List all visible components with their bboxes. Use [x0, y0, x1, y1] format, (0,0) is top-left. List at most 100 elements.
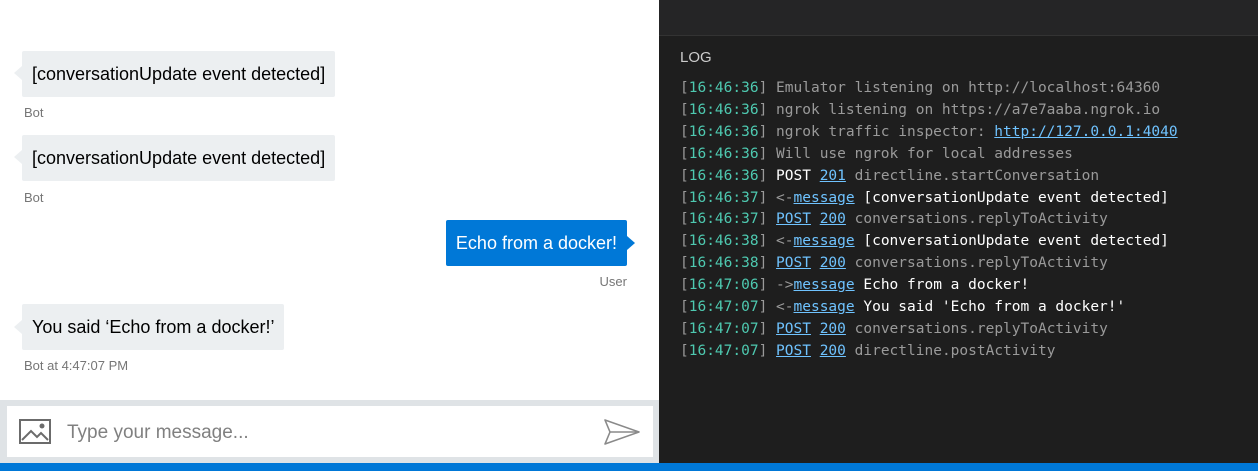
log-timestamp: 16:46:36 [688, 101, 759, 118]
bracket-open: [ [680, 189, 689, 206]
log-timestamp: 16:46:38 [688, 233, 759, 250]
bubble-tail [627, 236, 635, 250]
log-message-link[interactable]: message [794, 299, 855, 315]
log-url-link[interactable]: http://127.0.0.1:4040 [994, 124, 1177, 140]
log-timestamp: 16:46:38 [688, 255, 759, 272]
log-message-text: [conversationUpdate event detected] [863, 189, 1169, 206]
bracket-close: ] [758, 167, 777, 184]
bracket-close: ] [758, 255, 777, 272]
log-status-code-link[interactable]: 200 [820, 255, 846, 271]
log-method[interactable]: POST [776, 321, 811, 337]
bracket-open: [ [680, 277, 689, 294]
send-icon[interactable] [604, 418, 640, 446]
message-input[interactable] [65, 414, 589, 452]
log-line: [16:46:37] POST 200 conversations.replyT… [680, 211, 1108, 227]
log-timestamp: 16:47:07 [688, 299, 759, 315]
log-timestamp: 16:46:36 [688, 167, 759, 184]
log-message-text: You said 'Echo from a docker!' [863, 299, 1126, 315]
log-message-link[interactable]: message [794, 233, 855, 249]
user-message-bubble[interactable]: Echo from a docker! [445, 220, 627, 266]
log-method[interactable]: POST [776, 255, 811, 271]
log-message-text: [conversationUpdate event detected] [863, 233, 1169, 250]
log-timestamp: 16:47:07 [688, 320, 759, 337]
log-line: [16:47:07] POST 200 conversations.replyT… [680, 321, 1108, 337]
log-line: [16:46:36] Will use ngrok for local addr… [680, 146, 1073, 162]
bracket-close: ] [758, 80, 777, 96]
log-method[interactable]: POST [776, 211, 811, 227]
log-line: [16:46:38] POST 200 conversations.replyT… [680, 255, 1108, 271]
log-timestamp: 16:47:07 [688, 342, 759, 359]
bracket-open: [ [680, 342, 689, 359]
log-endpoint: directline.startConversation [854, 167, 1100, 184]
log-line: [16:47:07] <-message You said 'Echo from… [680, 299, 1125, 315]
log-panel: LOG [16:46:36] Emulator listening on htt… [659, 0, 1258, 463]
log-status-code-link[interactable]: 201 [820, 168, 846, 184]
log-direction: <- [776, 299, 794, 315]
message-sender-label: Bot [24, 190, 44, 205]
message-timestamp-label: Bot at 4:47:07 PM [24, 358, 129, 373]
log-text: Emulator listening on http://localhost:6… [776, 80, 1161, 96]
bracket-open: [ [680, 123, 689, 140]
message-composer [7, 406, 653, 457]
log-line: [16:46:36] Emulator listening on http://… [680, 80, 1160, 96]
log-direction: <- [776, 233, 794, 250]
bracket-open: [ [680, 233, 689, 250]
bracket-close: ] [758, 145, 777, 162]
log-message-link[interactable]: message [794, 190, 855, 206]
bracket-open: [ [680, 211, 689, 228]
bot-message-bubble[interactable]: [conversationUpdate event detected] [22, 51, 336, 97]
bracket-close: ] [758, 299, 777, 315]
bracket-open: [ [680, 145, 689, 162]
status-bar [0, 463, 1258, 471]
log-status-code-link[interactable]: 200 [820, 321, 846, 337]
bracket-close: ] [758, 233, 777, 250]
bracket-open: [ [680, 167, 689, 184]
log-title: LOG [680, 49, 712, 66]
chat-panel: [conversationUpdate event detected] Bot … [0, 0, 659, 463]
bracket-close: ] [758, 101, 777, 118]
bracket-close: ] [758, 123, 777, 140]
log-timestamp: 16:46:37 [688, 211, 759, 228]
log-line: [16:47:07] POST 200 directline.postActiv… [680, 343, 1055, 359]
log-direction: -> [776, 277, 794, 294]
log-timestamp: 16:47:06 [688, 277, 759, 294]
log-message-link[interactable]: message [794, 277, 855, 293]
log-line: [16:46:36] ngrok listening on https://a7… [680, 102, 1160, 118]
image-upload-icon[interactable] [19, 419, 51, 444]
bracket-open: [ [680, 101, 689, 118]
bracket-open: [ [680, 255, 689, 272]
log-toolbar [659, 0, 1258, 36]
composer-area [0, 400, 659, 463]
log-status-code-link[interactable]: 200 [820, 343, 846, 359]
bubble-tail [14, 320, 22, 334]
log-endpoint: conversations.replyToActivity [854, 255, 1108, 272]
log-line: [16:46:37] <-message [conversationUpdate… [680, 190, 1169, 206]
log-line: [16:46:36] ngrok traffic inspector: http… [680, 124, 1178, 140]
log-timestamp: 16:46:36 [688, 145, 759, 162]
log-status-code-link[interactable]: 200 [820, 211, 846, 227]
log-line: [16:46:38] <-message [conversationUpdate… [680, 233, 1169, 249]
bracket-close: ] [758, 277, 777, 294]
log-timestamp: 16:46:36 [688, 80, 759, 96]
bracket-open: [ [680, 320, 689, 337]
log-endpoint: conversations.replyToActivity [854, 320, 1108, 337]
bot-message-bubble[interactable]: You said ‘Echo from a docker!’ [22, 304, 285, 350]
log-text: Will use ngrok for local addresses [776, 145, 1073, 162]
bubble-tail [14, 66, 22, 80]
log-line: [16:47:06] ->message Echo from a docker! [680, 277, 1029, 293]
log-timestamp: 16:46:36 [688, 123, 759, 140]
bracket-close: ] [758, 211, 777, 228]
bracket-close: ] [758, 342, 777, 359]
log-text: ngrok listening on https://a7e7aaba.ngro… [776, 101, 1161, 118]
bot-message-bubble[interactable]: [conversationUpdate event detected] [22, 135, 336, 181]
bracket-close: ] [758, 320, 777, 337]
log-direction: <- [776, 189, 794, 206]
log-endpoint: directline.postActivity [854, 342, 1056, 359]
message-sender-label: User [599, 274, 627, 289]
bracket-close: ] [758, 189, 777, 206]
bracket-open: [ [680, 80, 689, 96]
log-method[interactable]: POST [776, 343, 811, 359]
log-timestamp: 16:46:37 [688, 189, 759, 206]
log-line: [16:46:36] POST 201 directline.startConv… [680, 168, 1099, 184]
log-endpoint: conversations.replyToActivity [854, 211, 1108, 228]
